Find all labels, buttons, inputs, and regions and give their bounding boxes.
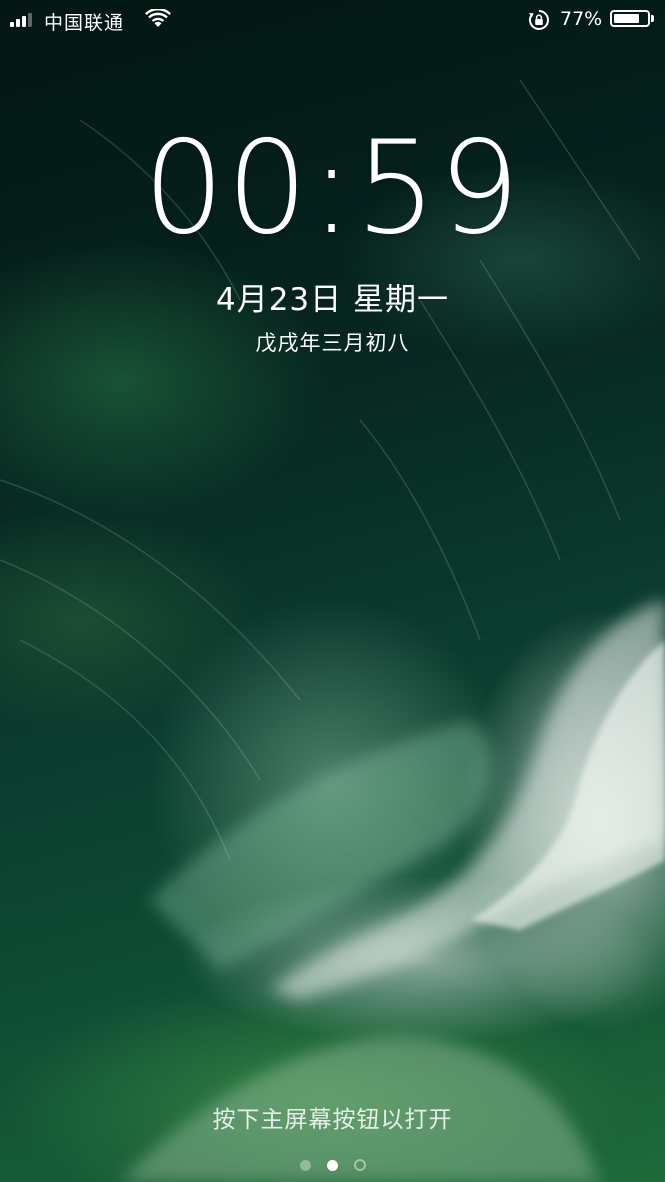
page-indicator[interactable] [0,1159,665,1171]
battery-icon [610,10,650,27]
lock-screen-date: 4月23日 星期一 [215,282,450,318]
unlock-hint: 按下主屏幕按钮以打开 [212,1107,453,1133]
page-dot-lock[interactable] [326,1159,338,1171]
battery-level [614,14,639,23]
signal-icon [10,13,32,27]
lunar-date: 戊戌年三月初八 [255,331,410,355]
carrier-label: 中国联通 [44,12,125,34]
rotation-lock-icon [528,9,550,36]
status-bar: 中国联通 77% [0,0,665,40]
page-dot-widgets[interactable] [299,1159,311,1171]
wifi-icon [145,7,171,34]
battery-cap [651,15,654,22]
page-dot-camera-icon[interactable] [353,1159,366,1171]
lock-screen-time: 00:59 [143,114,522,263]
lock-screen: 中国联通 77% 00:59 4月23日 星期一 戊戌年三月初八 按下主屏幕按钮… [0,0,665,1182]
battery-percent: 77% [560,8,603,30]
